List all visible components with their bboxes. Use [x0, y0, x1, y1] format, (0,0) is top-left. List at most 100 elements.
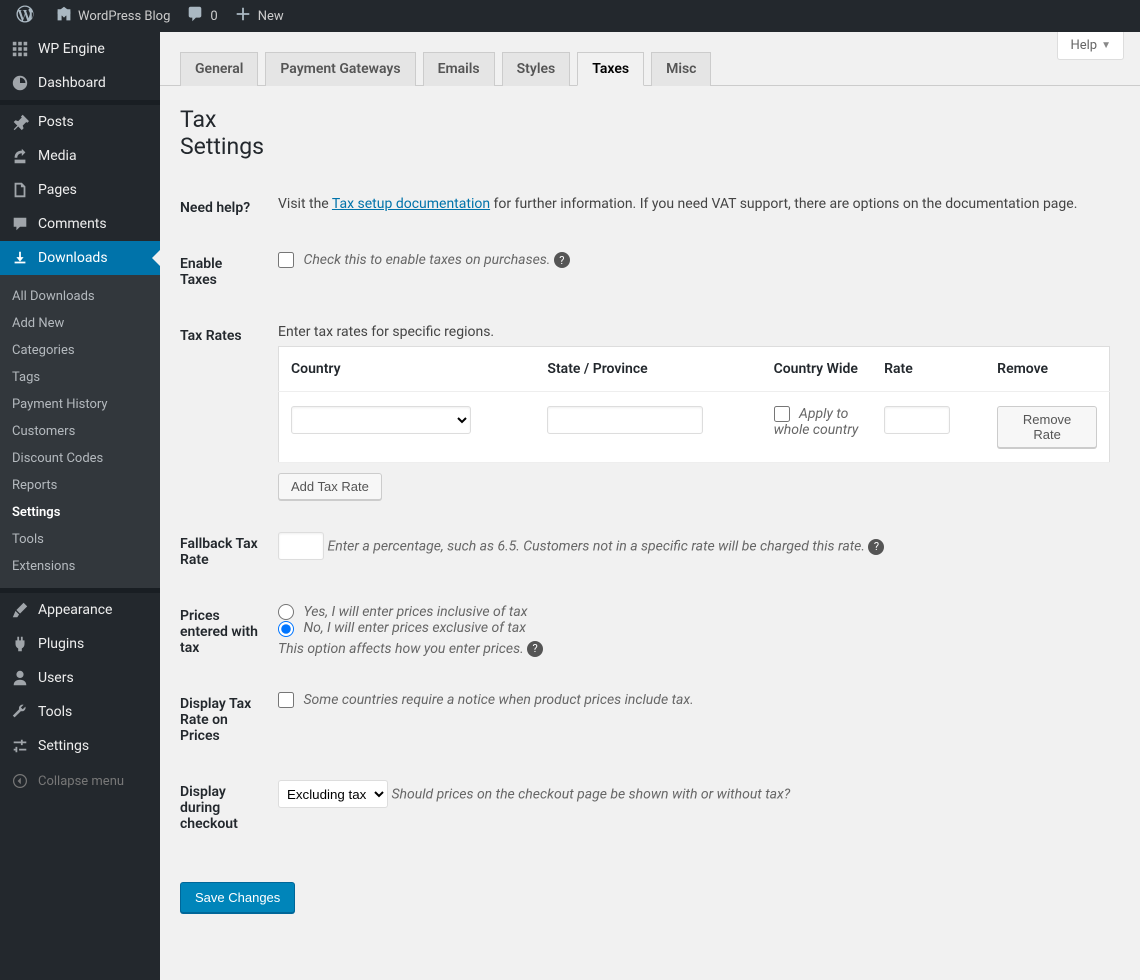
- display-rate-checkbox-label[interactable]: Some countries require a notice when pro…: [278, 692, 694, 708]
- sidebar-item-pages[interactable]: Pages: [0, 173, 160, 207]
- submenu-item-tags[interactable]: Tags: [0, 364, 160, 391]
- submenu-item-discount-codes[interactable]: Discount Codes: [0, 445, 160, 472]
- menu-label: Users: [38, 670, 74, 686]
- tab-emails[interactable]: Emails: [423, 52, 495, 86]
- tax-rate-row: Apply to whole country Remove Rate: [279, 392, 1110, 463]
- tab-styles[interactable]: Styles: [502, 52, 571, 86]
- comments-link[interactable]: 0: [178, 0, 225, 32]
- add-tax-rate-button[interactable]: Add Tax Rate: [278, 473, 382, 500]
- display-checkout-label: Display during checkout: [180, 764, 268, 852]
- admin-toolbar: WordPress Blog 0 New: [0, 0, 1140, 32]
- settings-tabs: GeneralPayment GatewaysEmailsStylesTaxes…: [160, 32, 1140, 86]
- menu-label: Dashboard: [38, 75, 106, 91]
- tax-rates-table: CountryState / ProvinceCountry WideRateR…: [278, 346, 1110, 463]
- enable-taxes-checkbox-label[interactable]: Check this to enable taxes on purchases.: [278, 252, 554, 268]
- dashboard-icon: [10, 74, 30, 92]
- download-icon: [10, 249, 30, 267]
- submenu-item-tools[interactable]: Tools: [0, 526, 160, 553]
- tab-taxes[interactable]: Taxes: [577, 52, 644, 86]
- prices-exclusive-label[interactable]: No, I will enter prices exclusive of tax: [278, 620, 526, 636]
- apply-whole-label[interactable]: Apply to whole country: [774, 406, 859, 438]
- save-changes-button[interactable]: Save Changes: [180, 882, 295, 913]
- submenu-item-all-downloads[interactable]: All Downloads: [0, 283, 160, 310]
- menu-label: Comments: [38, 216, 107, 232]
- sidebar-item-comments[interactable]: Comments: [0, 207, 160, 241]
- sidebar-item-wp-engine[interactable]: WP Engine: [0, 32, 160, 66]
- submenu-item-add-new[interactable]: Add New: [0, 310, 160, 337]
- menu-label: Downloads: [38, 250, 108, 266]
- submenu-item-reports[interactable]: Reports: [0, 472, 160, 499]
- submenu-item-extensions[interactable]: Extensions: [0, 553, 160, 580]
- comment-icon: [10, 215, 30, 233]
- fallback-rate-input[interactable]: [278, 532, 324, 560]
- downloads-submenu: All DownloadsAdd NewCategoriesTagsPaymen…: [0, 275, 160, 588]
- site-name-label: WordPress Blog: [78, 9, 170, 24]
- menu-label: Settings: [38, 738, 89, 754]
- plugin-icon: [10, 635, 30, 653]
- main-content: Help ▼ GeneralPayment GatewaysEmailsStyl…: [160, 32, 1140, 980]
- sidebar-item-downloads[interactable]: Downloads: [0, 241, 160, 275]
- menu-label: Pages: [38, 182, 77, 198]
- enable-taxes-checkbox[interactable]: [278, 252, 294, 268]
- wpengine-icon: [10, 40, 30, 58]
- need-help-text: Visit the Tax setup documentation for fu…: [268, 180, 1120, 236]
- admin-sidebar: WP Engine Dashboard Posts Media Pages Commen…: [0, 32, 160, 980]
- tab-payment-gateways[interactable]: Payment Gateways: [265, 52, 415, 86]
- prices-inclusive-radio[interactable]: [278, 604, 294, 620]
- display-checkout-select[interactable]: Excluding tax: [278, 780, 388, 808]
- sidebar-item-tools[interactable]: Tools: [0, 695, 160, 729]
- sidebar-item-appearance[interactable]: Appearance: [0, 593, 160, 627]
- submenu-item-payment-history[interactable]: Payment History: [0, 391, 160, 418]
- user-icon: [10, 669, 30, 687]
- collapse-label: Collapse menu: [38, 774, 124, 789]
- prices-entered-label: Prices entered with tax: [180, 588, 268, 676]
- submenu-item-categories[interactable]: Categories: [0, 337, 160, 364]
- help-icon[interactable]: ?: [868, 539, 884, 555]
- page-icon: [10, 181, 30, 199]
- rates-header: Country: [279, 347, 536, 392]
- sidebar-item-posts[interactable]: Posts: [0, 105, 160, 139]
- rate-input[interactable]: [884, 406, 950, 434]
- sidebar-item-users[interactable]: Users: [0, 661, 160, 695]
- submenu-item-customers[interactable]: Customers: [0, 418, 160, 445]
- menu-label: Media: [38, 148, 77, 164]
- tax-docs-link[interactable]: Tax setup documentation: [332, 196, 490, 212]
- help-button[interactable]: Help ▼: [1057, 32, 1124, 60]
- wp-logo[interactable]: [8, 0, 48, 32]
- new-label: New: [258, 9, 284, 24]
- display-rate-checkbox[interactable]: [278, 692, 294, 708]
- state-input[interactable]: [547, 406, 703, 434]
- remove-rate-button[interactable]: Remove Rate: [997, 406, 1097, 448]
- menu-label: Posts: [38, 114, 74, 130]
- tab-general[interactable]: General: [180, 52, 258, 86]
- tab-misc[interactable]: Misc: [651, 52, 711, 86]
- pin-icon: [10, 113, 30, 131]
- prices-inclusive-label[interactable]: Yes, I will enter prices inclusive of ta…: [278, 604, 527, 620]
- display-rate-label: Display Tax Rate on Prices: [180, 676, 268, 764]
- sidebar-item-dashboard[interactable]: Dashboard: [0, 66, 160, 100]
- enable-taxes-label: Enable Taxes: [180, 236, 268, 308]
- help-icon[interactable]: ?: [554, 252, 570, 268]
- sidebar-item-plugins[interactable]: Plugins: [0, 627, 160, 661]
- sidebar-item-media[interactable]: Media: [0, 139, 160, 173]
- menu-label: Appearance: [38, 602, 112, 618]
- help-icon[interactable]: ?: [527, 641, 543, 657]
- sidebar-item-settings[interactable]: Settings: [0, 729, 160, 763]
- collapse-icon: [10, 773, 30, 789]
- tax-rates-label: Tax Rates: [180, 308, 268, 516]
- menu-label: Tools: [38, 704, 72, 720]
- collapse-menu[interactable]: Collapse menu: [0, 763, 160, 799]
- prices-exclusive-radio[interactable]: [278, 621, 294, 637]
- brush-icon: [10, 601, 30, 619]
- menu-label: WP Engine: [38, 41, 105, 57]
- page-title: Tax Settings: [180, 106, 280, 160]
- new-link[interactable]: New: [226, 0, 292, 32]
- apply-whole-checkbox[interactable]: [774, 406, 790, 422]
- rates-header: Country Wide: [762, 347, 873, 392]
- menu-label: Plugins: [38, 636, 84, 652]
- country-select[interactable]: [291, 406, 471, 434]
- submenu-item-settings[interactable]: Settings: [0, 499, 160, 526]
- wrench-icon: [10, 703, 30, 721]
- site-name-link[interactable]: WordPress Blog: [48, 0, 178, 32]
- rates-header: Remove: [985, 347, 1109, 392]
